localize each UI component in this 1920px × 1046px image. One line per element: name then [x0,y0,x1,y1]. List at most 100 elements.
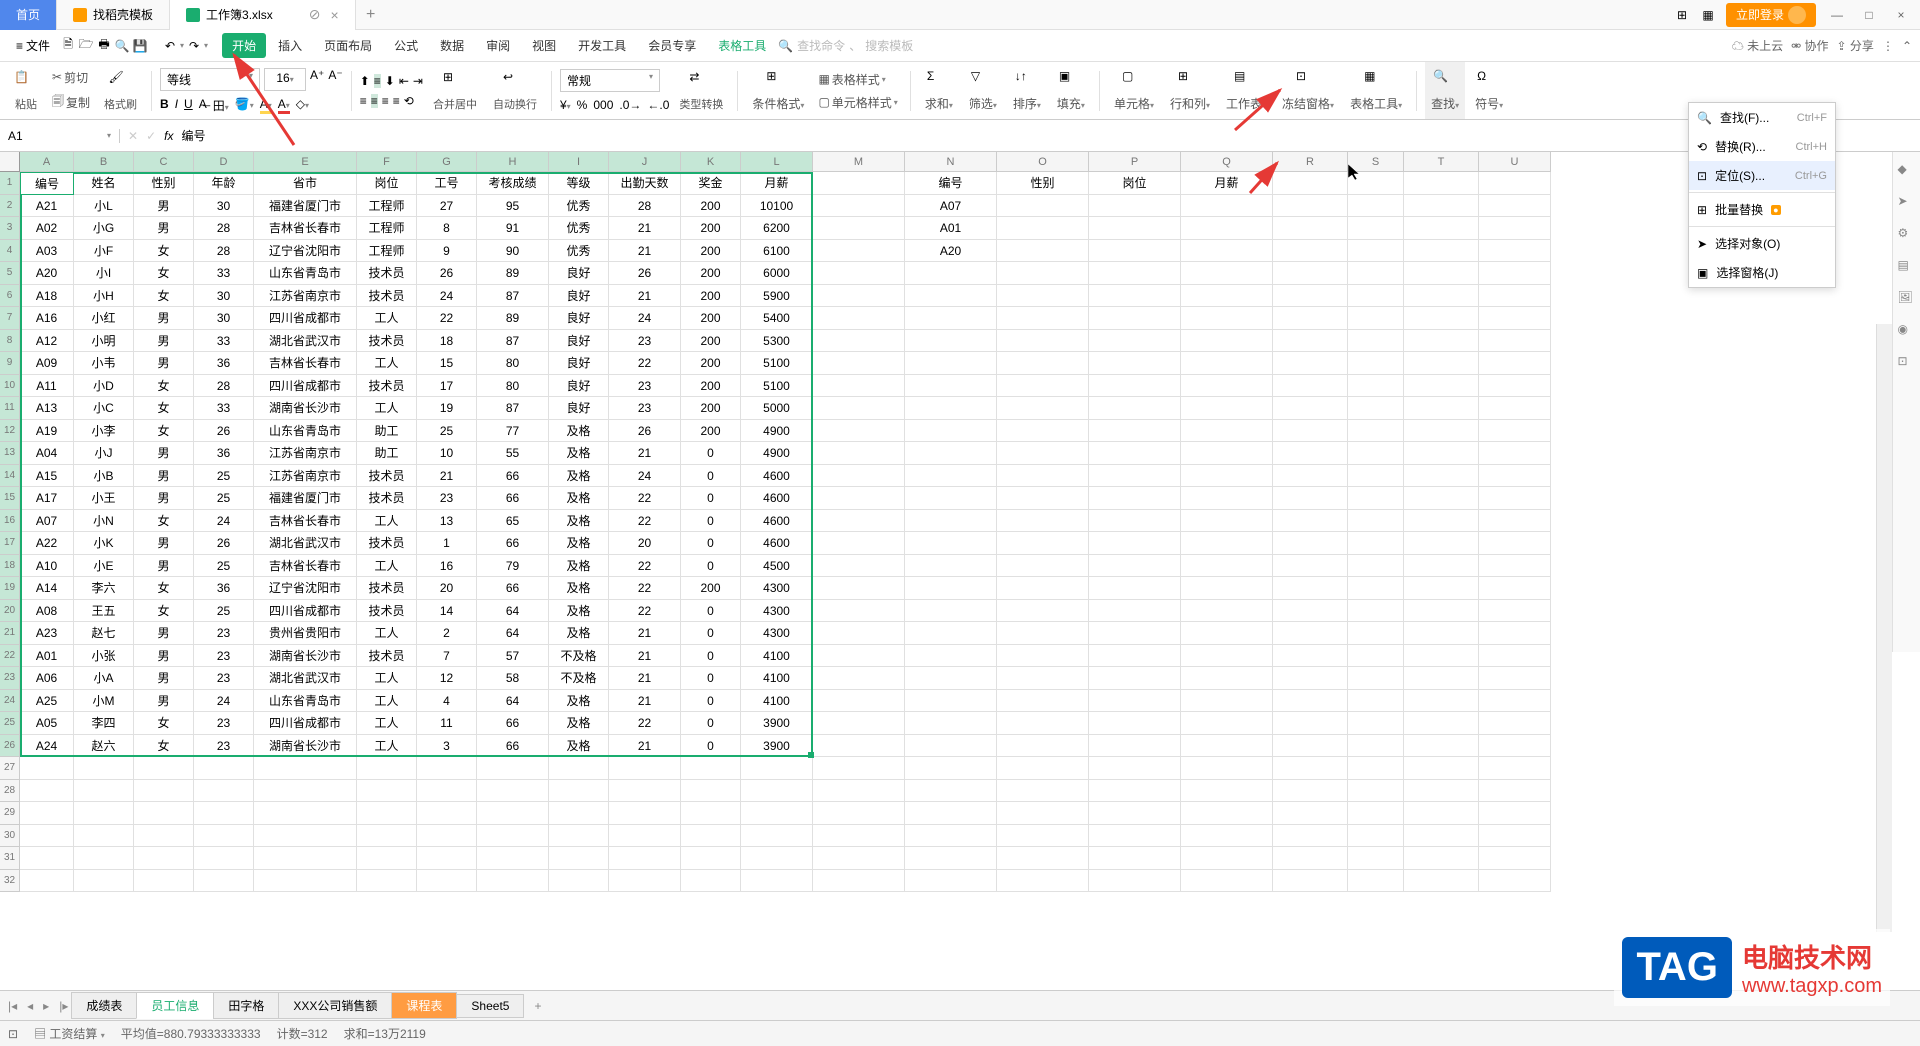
row-header-18[interactable]: 18 [0,555,20,578]
empty-cell[interactable] [1273,532,1348,555]
empty-cell[interactable] [1089,397,1181,420]
data-cell[interactable]: 男 [134,622,194,645]
col-header-K[interactable]: K [681,152,741,171]
empty-cell[interactable] [1089,600,1181,623]
menu-goto[interactable]: ⊡定位(S)...Ctrl+G [1689,161,1835,190]
empty-cell[interactable] [134,847,194,870]
empty-cell[interactable] [1404,420,1479,443]
empty-cell[interactable] [1348,757,1404,780]
data-cell[interactable]: A01 [905,217,997,240]
data-cell[interactable]: 23 [417,487,477,510]
cloud-status[interactable]: ☁ 未上云 [1732,37,1783,54]
data-cell[interactable]: 36 [194,442,254,465]
data-cell[interactable]: 技术员 [357,262,417,285]
empty-cell[interactable] [1273,802,1348,825]
empty-cell[interactable] [1181,780,1273,803]
cancel-formula-icon[interactable]: ✕ [128,129,138,143]
empty-cell[interactable] [1181,442,1273,465]
row-header-3[interactable]: 3 [0,217,20,240]
data-cell[interactable]: 优秀 [549,240,609,263]
empty-cell[interactable] [1273,577,1348,600]
data-cell[interactable]: 辽宁省沈阳市 [254,577,357,600]
row-header-8[interactable]: 8 [0,330,20,353]
empty-cell[interactable] [1089,667,1181,690]
empty-cell[interactable] [1273,667,1348,690]
row-header-17[interactable]: 17 [0,532,20,555]
empty-cell[interactable] [1479,712,1551,735]
empty-cell[interactable] [1479,667,1551,690]
empty-cell[interactable] [609,847,681,870]
menu-view[interactable]: 视图 [522,33,566,58]
empty-cell[interactable] [1181,645,1273,668]
data-cell[interactable]: 良好 [549,352,609,375]
empty-cell[interactable] [1348,622,1404,645]
empty-cell[interactable] [1404,465,1479,488]
data-cell[interactable]: 技术员 [357,577,417,600]
data-cell[interactable]: 良好 [549,262,609,285]
empty-cell[interactable] [1404,172,1479,195]
empty-cell[interactable] [477,870,549,893]
header-cell[interactable]: 姓名 [74,172,134,195]
empty-cell[interactable] [1348,735,1404,758]
align-middle-icon[interactable]: ≡ [374,74,381,88]
empty-cell[interactable] [997,735,1089,758]
empty-cell[interactable] [813,375,905,398]
empty-cell[interactable] [549,757,609,780]
data-cell[interactable]: 小G [74,217,134,240]
empty-cell[interactable] [254,825,357,848]
empty-cell[interactable] [1273,690,1348,713]
empty-cell[interactable] [609,757,681,780]
empty-cell[interactable] [1479,645,1551,668]
empty-cell[interactable] [1273,622,1348,645]
empty-cell[interactable] [813,555,905,578]
data-cell[interactable]: A14 [20,577,74,600]
empty-cell[interactable] [1479,240,1551,263]
header-cell[interactable]: 岗位 [1089,172,1181,195]
data-cell[interactable]: 及格 [549,532,609,555]
data-cell[interactable]: 2 [417,622,477,645]
data-cell[interactable]: 21 [609,645,681,668]
data-cell[interactable]: 及格 [549,487,609,510]
side-select-icon[interactable]: ➤ [1898,194,1916,212]
data-cell[interactable]: 4600 [741,487,813,510]
data-cell[interactable]: 200 [681,195,741,218]
data-cell[interactable]: 3900 [741,712,813,735]
empty-cell[interactable] [1348,487,1404,510]
empty-cell[interactable] [1404,667,1479,690]
empty-cell[interactable] [1348,420,1404,443]
table-tools-icon[interactable]: ▦ [1364,69,1388,93]
data-cell[interactable]: 男 [134,442,194,465]
empty-cell[interactable] [1479,847,1551,870]
empty-cell[interactable] [1181,465,1273,488]
empty-cell[interactable] [254,780,357,803]
data-cell[interactable]: 0 [681,712,741,735]
row-header-20[interactable]: 20 [0,600,20,623]
empty-cell[interactable] [1348,285,1404,308]
empty-cell[interactable] [417,780,477,803]
data-cell[interactable]: 0 [681,510,741,533]
data-cell[interactable]: 女 [134,240,194,263]
empty-cell[interactable] [813,532,905,555]
col-header-B[interactable]: B [74,152,134,171]
empty-cell[interactable] [1479,195,1551,218]
data-cell[interactable]: 女 [134,262,194,285]
data-cell[interactable]: 95 [477,195,549,218]
empty-cell[interactable] [905,510,997,533]
data-cell[interactable]: 13 [417,510,477,533]
data-cell[interactable]: 吉林省长春市 [254,352,357,375]
col-header-Q[interactable]: Q [1181,152,1273,171]
print-icon[interactable]: 🖶 [96,38,112,54]
row-header-23[interactable]: 23 [0,667,20,690]
empty-cell[interactable] [1348,690,1404,713]
data-cell[interactable]: 5100 [741,375,813,398]
data-cell[interactable]: 小A [74,667,134,690]
empty-cell[interactable] [1348,645,1404,668]
menu-replace[interactable]: ⟲替换(R)...Ctrl+H [1689,132,1835,161]
empty-cell[interactable] [1181,307,1273,330]
data-cell[interactable]: 湖北省武汉市 [254,330,357,353]
empty-cell[interactable] [741,802,813,825]
redo-icon[interactable]: ↷ [186,38,202,54]
data-cell[interactable]: 及格 [549,712,609,735]
empty-cell[interactable] [1273,285,1348,308]
side-settings-icon[interactable]: ⚙ [1898,226,1916,244]
